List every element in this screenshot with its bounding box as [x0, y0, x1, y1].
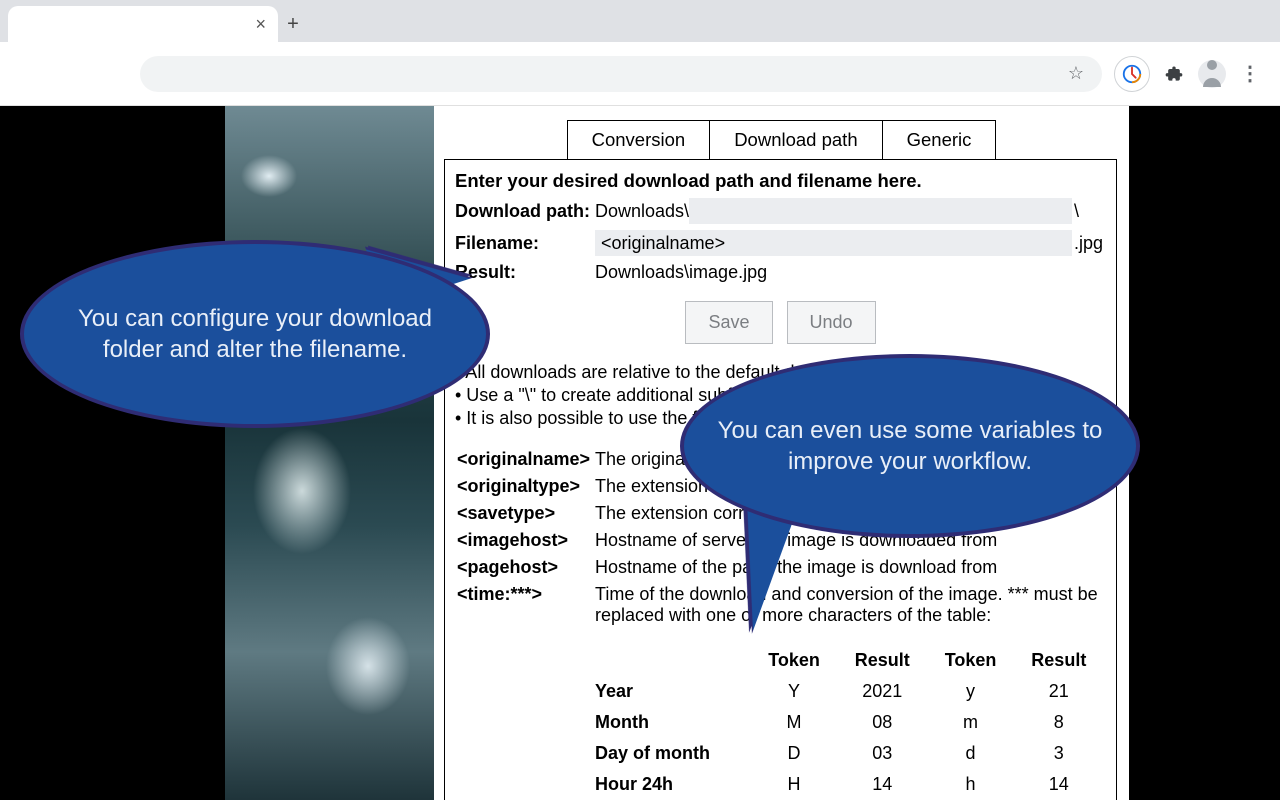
extensions-puzzle-icon[interactable]: [1164, 64, 1184, 84]
table-row: Month M 08 m 8: [587, 708, 1103, 737]
browser-tabstrip: × +: [0, 0, 1280, 42]
address-bar[interactable]: ☆: [140, 56, 1102, 92]
table-row: Year Y 2021 y 21: [587, 677, 1103, 706]
bookmark-star-icon[interactable]: ☆: [1068, 63, 1084, 84]
table-row: Hour 24h H 14 h 14: [587, 770, 1103, 799]
th-token: Token: [752, 646, 836, 675]
browser-window: × + ☆ ⋮: [0, 0, 1280, 800]
tab-generic[interactable]: Generic: [882, 120, 997, 160]
filename-input[interactable]: [595, 230, 1072, 256]
background-water-image: [225, 106, 445, 800]
row-filename: Filename: .jpg: [455, 230, 1106, 256]
var-name: <imagehost>: [457, 526, 593, 551]
token-table: Token Result Token Result Year Y 2021 y …: [585, 644, 1105, 800]
save-button[interactable]: Save: [685, 301, 772, 344]
tab-download-path[interactable]: Download path: [709, 120, 882, 160]
result-value: Downloads\image.jpg: [595, 262, 767, 283]
row-download-path: Download path: Downloads\ \: [455, 198, 1106, 224]
label-filename: Filename:: [455, 233, 595, 254]
extension-active-icon[interactable]: [1114, 56, 1150, 92]
var-desc: Time of the download and conversion of t…: [595, 580, 1104, 626]
panel-heading: Enter your desired download path and fil…: [455, 170, 1106, 192]
th-result: Result: [1015, 646, 1103, 675]
close-icon[interactable]: ×: [255, 15, 266, 33]
download-path-input[interactable]: [689, 198, 1072, 224]
var-name: <time:***>: [457, 580, 593, 626]
popup-tabs: Conversion Download path Generic: [434, 106, 1129, 160]
callout-text: You can even use some variables to impro…: [714, 415, 1106, 477]
var-name: <originalname>: [457, 445, 593, 470]
var-name: <savetype>: [457, 499, 593, 524]
callout-variables: You can even use some variables to impro…: [680, 354, 1140, 538]
var-name: <originaltype>: [457, 472, 593, 497]
table-row: Day of month D 03 d 3: [587, 739, 1103, 768]
var-name: <pagehost>: [457, 553, 593, 578]
var-desc: Hostname of the page the image is downlo…: [595, 553, 1104, 578]
undo-button[interactable]: Undo: [787, 301, 876, 344]
profile-avatar-icon[interactable]: [1198, 60, 1226, 88]
th-token: Token: [928, 646, 1012, 675]
page-viewport: Conversion Download path Generic Enter y…: [0, 106, 1280, 800]
row-result: Result: Downloads\image.jpg: [455, 262, 1106, 283]
tab-conversion[interactable]: Conversion: [567, 120, 711, 160]
download-path-suffix: \: [1072, 201, 1106, 222]
browser-menu-icon[interactable]: ⋮: [1240, 61, 1262, 86]
browser-toolbar: ☆ ⋮: [0, 42, 1280, 106]
label-download-path: Download path:: [455, 201, 595, 222]
callout-text: You can configure your download folder a…: [54, 303, 456, 365]
filename-suffix: .jpg: [1072, 233, 1106, 254]
th-result: Result: [838, 646, 926, 675]
browser-tab[interactable]: ×: [8, 6, 278, 42]
new-tab-button[interactable]: +: [278, 6, 308, 42]
label-result: Result:: [455, 262, 595, 283]
download-path-prefix: Downloads\: [595, 201, 689, 222]
callout-download-folder: You can configure your download folder a…: [20, 240, 490, 428]
